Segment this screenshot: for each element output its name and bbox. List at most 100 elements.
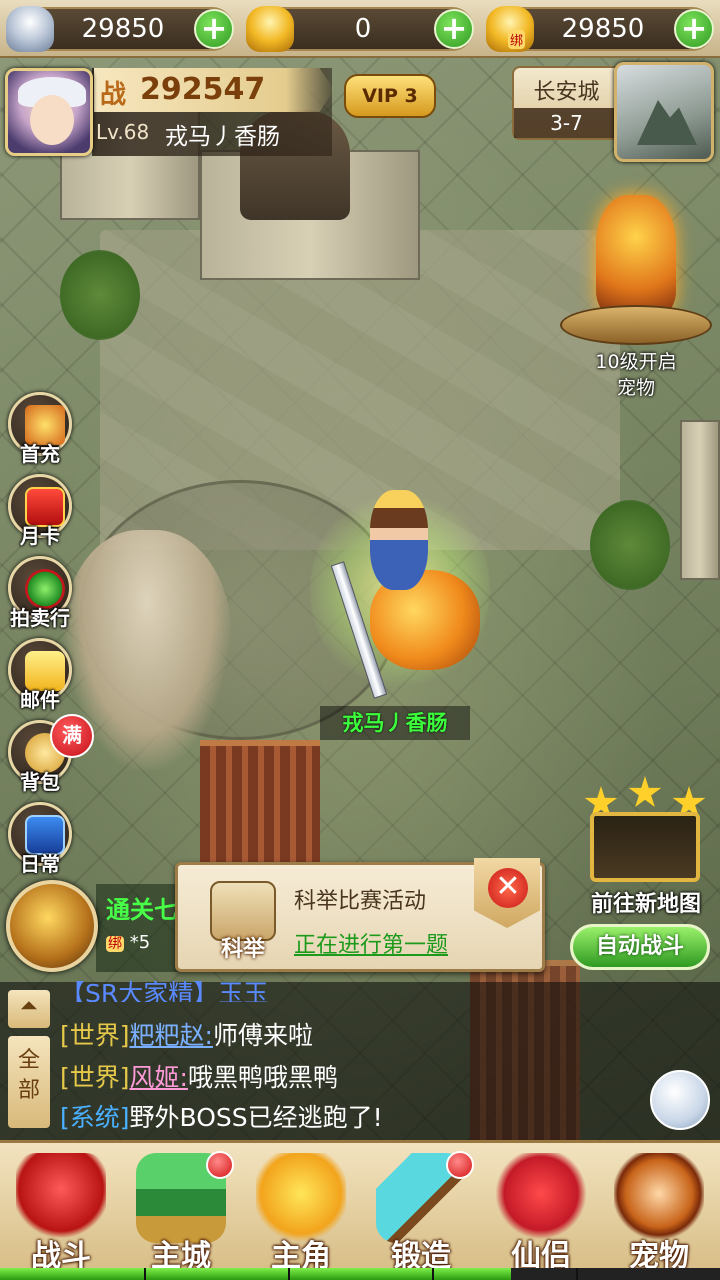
wooden-railing — [200, 740, 320, 880]
exam-status-link[interactable]: 正在进行第一题 — [294, 927, 448, 959]
chat-channel-button[interactable]: 全部 — [8, 1036, 50, 1128]
world-map-button[interactable] — [614, 62, 714, 162]
month-card-label: 月卡 — [20, 524, 60, 548]
chat-line-partial: 【SR大家精】玉玉 — [60, 979, 269, 1002]
grass-patch — [60, 250, 140, 340]
exp-segment-divider — [432, 1268, 434, 1280]
hero-icon — [256, 1153, 346, 1243]
pet-unlock-stand[interactable]: 10级开启 宠物 — [556, 185, 716, 400]
bound-gold-tag: 绑 — [106, 936, 124, 952]
player-character[interactable] — [310, 470, 490, 710]
chat-line: [系统]野外BOSS已经逃跑了! — [60, 1098, 383, 1134]
stone-wall — [680, 420, 720, 580]
chat-panel[interactable]: ⏶ 全部 【SR大家精】玉玉 [世界]粑粑赵:师傅来啦 [世界]风姬:哦黑鸭哦黑… — [0, 979, 720, 1140]
city-name: 长安城 — [533, 80, 600, 105]
chat-message: 野外BOSS已经逃跑了! — [129, 1103, 383, 1132]
treasure-chest-button[interactable] — [6, 880, 98, 972]
nav-pet[interactable]: 宠物 — [600, 1149, 718, 1274]
exam-icon-label: 科举 — [220, 937, 265, 962]
hero-rider — [370, 490, 428, 590]
gold-ingot-icon — [246, 6, 294, 52]
exam-scroll-icon: 科举 — [198, 875, 288, 965]
pet-unlock-level: 10级开启 — [595, 351, 677, 373]
exp-segment-divider — [576, 1268, 578, 1280]
chat-bubble-icon[interactable] — [650, 1070, 710, 1130]
map-location: 长安城 3-7 — [512, 66, 619, 140]
chat-nickname[interactable]: 风姬: — [130, 1063, 188, 1092]
star-icon — [628, 776, 662, 807]
chat-line: [世界]粑粑赵:师傅来啦 — [60, 1016, 313, 1052]
month-card-button[interactable]: 月卡 — [6, 474, 74, 550]
add-gold-button[interactable]: + — [434, 9, 474, 49]
bag-button[interactable]: 背包 满 — [6, 714, 94, 796]
clear-reward-title: 通关七 — [106, 896, 178, 924]
chat-channel-tag: [系统] — [60, 1103, 130, 1132]
bag-full-badge: 满 — [50, 714, 94, 758]
bound-tag: 绑 — [508, 30, 526, 49]
pet-monkey-icon — [614, 1153, 704, 1243]
experience-fill — [0, 1268, 512, 1280]
mail-label: 邮件 — [20, 688, 60, 712]
stage-number: 3-7 — [514, 108, 619, 138]
clear-reward-amount: 绑 *5 — [106, 932, 186, 953]
pet-unlock-name: 宠物 — [616, 377, 655, 399]
chat-collapse-button[interactable]: ⏶ — [8, 990, 50, 1028]
currency-bar: 29850 + 0 + 绑 29850 + — [0, 0, 720, 58]
nav-hero[interactable]: 主角 — [242, 1149, 360, 1274]
pet-preview-figure — [596, 195, 676, 315]
player-name: 戎马丿香肠 — [165, 124, 280, 150]
companion-heart-icon — [496, 1153, 586, 1243]
player-avatar[interactable] — [5, 68, 93, 156]
silver-amount: 29850 — [81, 14, 165, 44]
vip-badge[interactable]: VIP 3 — [344, 74, 436, 118]
combat-power-value: 292547 — [140, 72, 266, 107]
new-map-button[interactable]: 前往新地图 — [576, 776, 716, 920]
grass-patch — [590, 500, 670, 590]
exp-segment-divider — [144, 1268, 146, 1280]
auction-house-button[interactable]: 拍卖行 — [6, 556, 74, 632]
player-level: Lv.68 — [96, 120, 150, 144]
bound-gold-icon: 绑 — [486, 6, 534, 52]
new-map-label: 前往新地图 — [590, 892, 701, 917]
exp-segment-divider — [288, 1268, 290, 1280]
add-bound-gold-button[interactable]: + — [674, 9, 714, 49]
daily-label: 日常 — [20, 852, 60, 876]
notification-dot — [446, 1151, 474, 1179]
gold-amount: 0 — [354, 14, 372, 44]
silver-ingot-icon — [6, 6, 54, 52]
bottom-navigation: 战斗 主城 主角 锻造 仙侣 宠物 — [0, 1140, 720, 1280]
chat-line: [世界]风姬:哦黑鸭哦黑鸭 — [60, 1058, 338, 1094]
auction-label: 拍卖行 — [10, 606, 70, 630]
gold-currency: 0 + — [246, 6, 474, 52]
chat-message: 哦黑鸭哦黑鸭 — [187, 1063, 338, 1092]
chat-message: 师傅来啦 — [212, 1021, 313, 1050]
chat-channel-tag: [世界] — [60, 1063, 130, 1092]
first-recharge-button[interactable]: 首充 — [6, 392, 74, 468]
bound-gold-currency: 绑 29850 + — [486, 6, 714, 52]
fight-icon — [16, 1153, 106, 1243]
pet-pedestal — [560, 305, 712, 345]
nav-main-city[interactable]: 主城 — [122, 1149, 240, 1274]
avatar-face — [30, 95, 74, 145]
chat-nickname[interactable]: 粑粑赵: — [130, 1021, 213, 1050]
add-silver-button[interactable]: + — [194, 9, 234, 49]
bound-gold-amount: 29850 — [561, 14, 645, 44]
nav-forge[interactable]: 锻造 — [362, 1149, 480, 1274]
nav-fight[interactable]: 战斗 — [2, 1149, 120, 1274]
player-nameplate: 戎马丿香肠 — [320, 706, 470, 740]
chat-channel-tag: [世界] — [60, 1021, 130, 1050]
nav-companion[interactable]: 仙侣 — [482, 1149, 600, 1274]
first-recharge-label: 首充 — [20, 442, 60, 466]
combat-power-icon: 战 — [100, 80, 127, 110]
mail-button[interactable]: 邮件 — [6, 638, 74, 714]
exam-title: 科举比赛活动 — [294, 889, 427, 914]
silver-currency: 29850 + — [6, 6, 234, 52]
portal-gate-icon — [590, 812, 700, 882]
experience-bar — [0, 1268, 720, 1280]
stage-clear-reward[interactable]: 通关七 绑 *5 — [96, 884, 186, 972]
close-icon: ✕ — [488, 868, 528, 908]
auto-fight-button[interactable]: 自动战斗 — [570, 924, 710, 970]
daily-button[interactable]: 日常 — [6, 802, 74, 878]
mountain-icon — [637, 100, 697, 145]
bag-label: 背包 — [20, 770, 60, 794]
